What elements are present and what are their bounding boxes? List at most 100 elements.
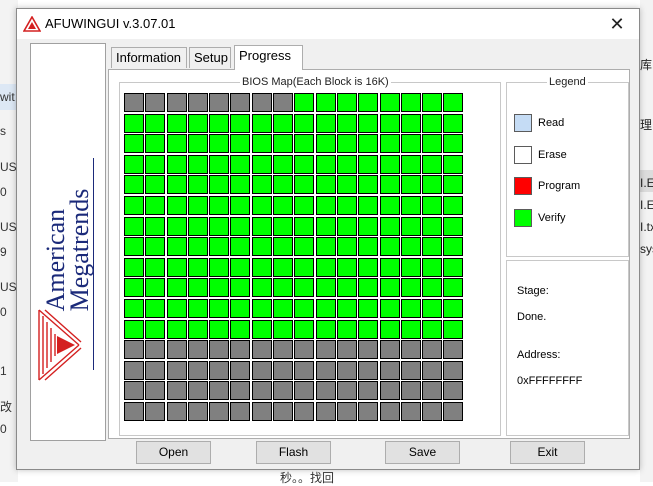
bios-block [400,340,421,360]
bios-block [315,175,336,195]
bios-block [379,401,400,421]
bios-block [166,216,187,236]
bios-block [443,257,464,277]
bios-block [166,360,187,380]
bios-block [358,237,379,257]
bios-block [124,237,144,257]
tab-progress[interactable]: Progress [234,45,303,70]
legend-title: Legend [547,75,588,89]
bios-block [145,340,166,360]
bios-block [124,381,144,401]
bios-block [422,278,443,298]
bios-block [166,237,187,257]
background-text: 秒。。找回 [280,471,335,485]
bios-block [251,93,272,112]
legend-swatch-erase [514,146,532,164]
bios-block [422,134,443,154]
bios-block [166,278,187,298]
close-button[interactable]: ✕ [595,9,639,39]
bios-block [422,401,443,421]
bios-block [315,401,336,421]
bios-block [336,257,357,277]
background-app-right: 库 理 I.E I.E I.tx sys [640,0,653,482]
bios-block [336,340,357,360]
bios-block [251,381,272,401]
bios-block [294,360,315,380]
legend-label-verify: Verify [538,212,566,224]
background-text: s [0,124,6,138]
bios-block [400,298,421,318]
bios-block [209,319,230,339]
bios-block [251,401,272,421]
bios-block [166,401,187,421]
bios-block [358,134,379,154]
bios-block [230,134,251,154]
bios-block [443,216,464,236]
logo-divider [93,158,94,370]
bios-block [166,298,187,318]
background-text: 库 [640,58,653,72]
bios-block [336,93,357,112]
flash-button[interactable]: Flash [256,441,331,464]
legend-label-erase: Erase [538,149,567,161]
bios-block [315,340,336,360]
exit-button[interactable]: Exit [510,441,585,464]
background-text: 理 [640,118,653,132]
bios-block [251,195,272,215]
bios-block [166,134,187,154]
bios-block [166,93,187,112]
legend-swatch-program [514,177,532,195]
bios-block [422,195,443,215]
background-text: 0 [0,422,7,436]
bios-block [379,257,400,277]
bios-block [379,319,400,339]
open-button[interactable]: Open [136,441,211,464]
bios-block [358,175,379,195]
status-group: Stage: Done. Address: 0xFFFFFFFF [506,260,629,436]
bios-block [209,257,230,277]
bios-block [273,175,294,195]
tab-setup[interactable]: Setup [189,47,231,68]
title-bar[interactable]: AFUWINGUI v.3.07.01 ✕ [17,9,639,39]
bios-block [124,113,144,133]
save-button[interactable]: Save [385,441,460,464]
bios-block [443,113,464,133]
bios-block [145,360,166,380]
bios-block [294,381,315,401]
bios-block [400,257,421,277]
bios-block [209,195,230,215]
bios-block [209,175,230,195]
bios-block [124,257,144,277]
window-title: AFUWINGUI v.3.07.01 [45,16,176,31]
bios-block [230,113,251,133]
bios-block [294,195,315,215]
bios-block [358,93,379,112]
background-text: US [0,160,17,174]
bios-block [124,278,144,298]
bios-block [273,154,294,174]
background-text: 1 [0,364,7,378]
bios-block [422,175,443,195]
bios-block [443,154,464,174]
bios-block [251,237,272,257]
bios-block [209,134,230,154]
tab-information[interactable]: Information [111,47,187,68]
bios-block [443,381,464,401]
bios-block [230,340,251,360]
bios-block [273,237,294,257]
bios-map-group: BIOS Map(Each Block is 16K) [119,75,501,436]
bios-block [443,298,464,318]
bios-block [166,195,187,215]
bios-block [443,175,464,195]
bios-block [443,360,464,380]
bios-block [230,216,251,236]
bios-block [251,134,272,154]
bios-block [209,216,230,236]
ami-logo-icon [23,16,41,32]
bios-block [273,298,294,318]
bios-block [230,298,251,318]
bios-block [379,154,400,174]
legend-swatch-verify [514,209,532,227]
bios-block [124,401,144,421]
bios-block [336,134,357,154]
